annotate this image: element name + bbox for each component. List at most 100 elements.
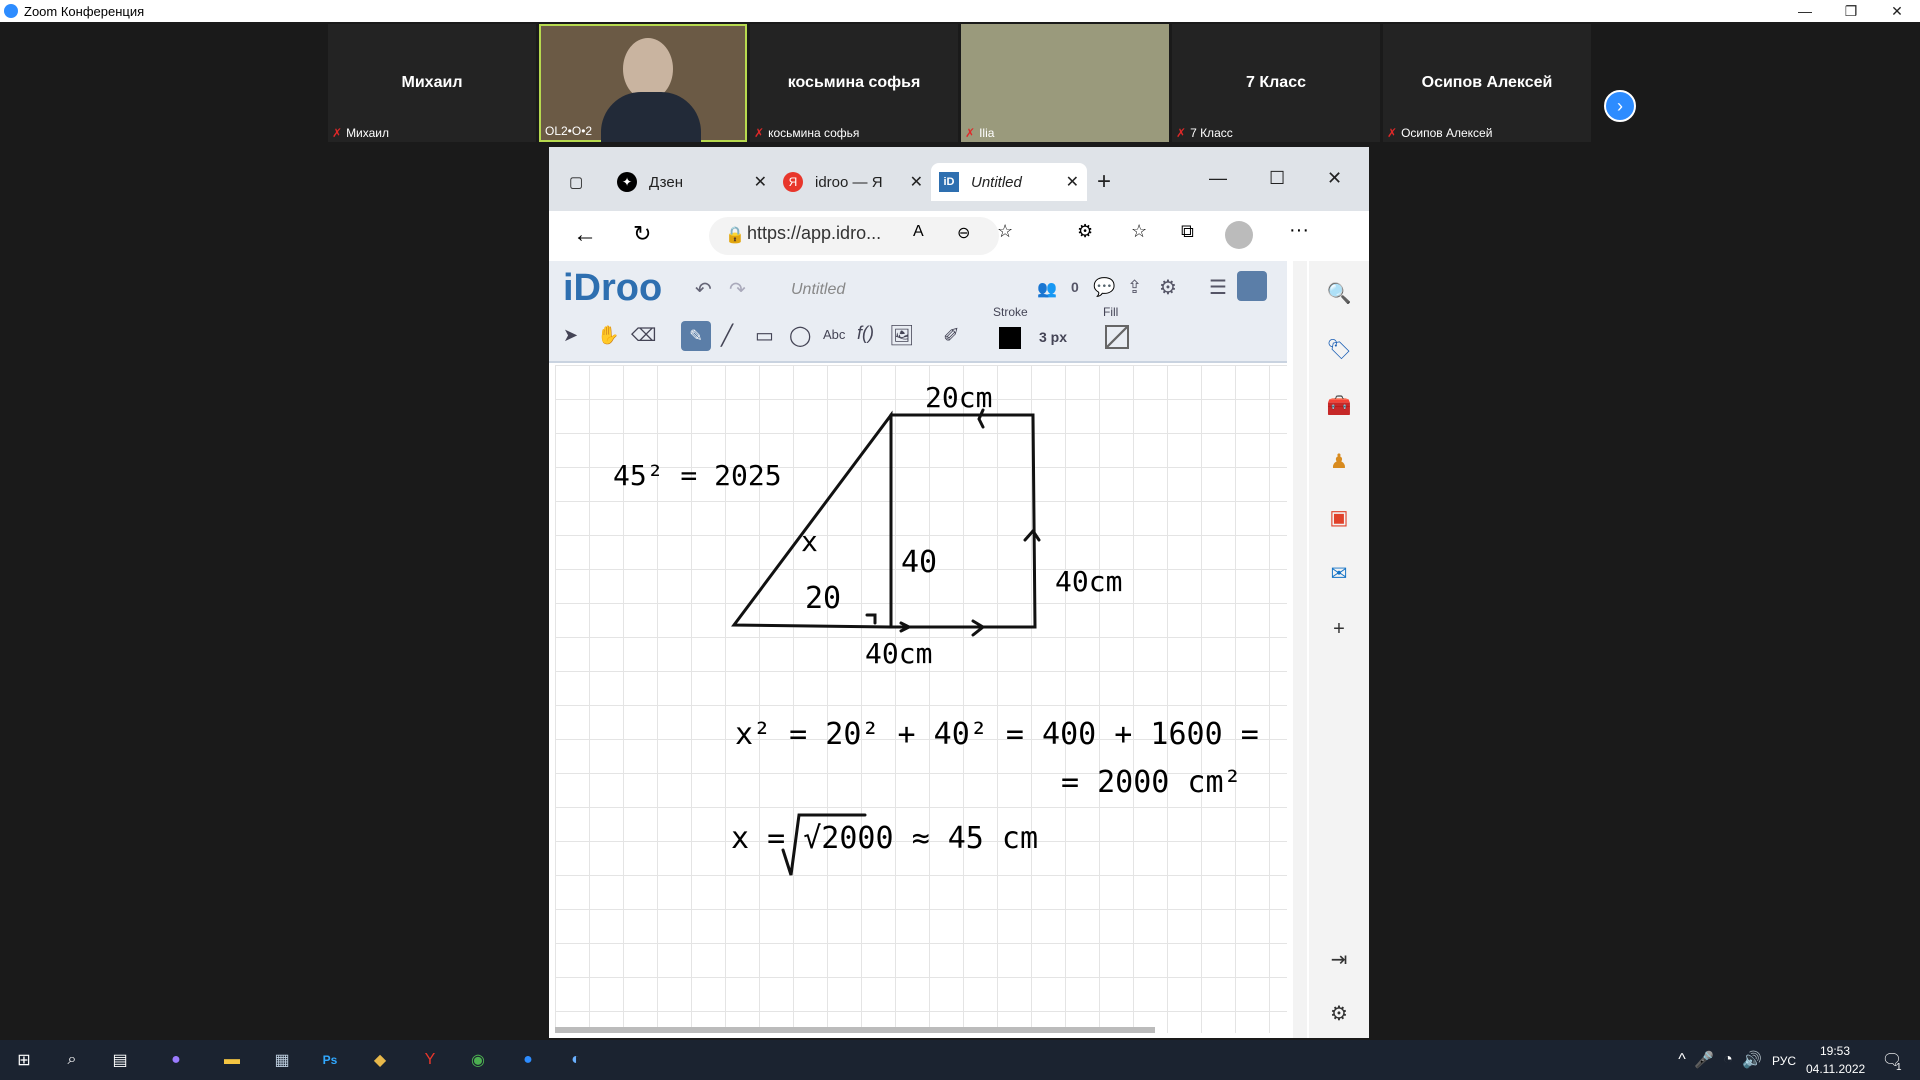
outlook-icon[interactable]: ✉ [1327,561,1351,585]
tab-actions-icon[interactable]: ▢ [569,163,593,201]
height-label: 40 [901,545,938,580]
office-icon[interactable]: ▣ [1327,505,1351,529]
clock-date[interactable]: 04.11.2022 [1806,1062,1865,1076]
mic-icon[interactable]: 🎤 [1692,1048,1716,1072]
new-tab-icon[interactable]: + [1097,163,1111,201]
start-icon[interactable]: ⊞ [12,1048,36,1072]
tab-idroo-yandex[interactable]: Я idroo — Я ✕ [777,163,929,201]
zoom-out-icon[interactable]: ⊖ [957,223,970,243]
pen-tool-icon[interactable]: ✎ [681,321,711,351]
file-explorer-icon[interactable]: ▬ [220,1048,244,1072]
hand-tool-icon[interactable]: ✋ [597,325,619,346]
yandex-browser-icon[interactable]: Y [418,1048,442,1072]
text-tool-icon[interactable]: Abc [823,327,845,342]
back-icon[interactable]: ← [573,221,597,249]
wifi-icon[interactable]: ◔ [1716,1048,1740,1072]
favorite-add-icon[interactable]: ☆ [997,221,1013,242]
redo-icon[interactable]: ↷ [729,277,746,302]
vertical-scrollbar[interactable] [1293,261,1307,1038]
search-icon[interactable]: ⌕ [60,1048,84,1072]
participant-tile[interactable]: Михаил ✗ Михаил [328,24,536,142]
participant-tile[interactable]: Осипов Алексей ✗ Осипов Алексей [1383,24,1591,142]
stroke-color-swatch[interactable] [999,327,1021,349]
participant-tile[interactable]: косьмина софья ✗ косьмина софья [750,24,958,142]
eraser-tool-icon[interactable]: ⌫ [631,325,656,346]
rectangle-shape [889,413,1037,629]
clock-time[interactable]: 19:53 [1820,1044,1850,1058]
settings-icon[interactable]: ⚙ [1159,275,1177,300]
account-icon[interactable] [1237,271,1267,301]
video-face [623,38,673,100]
browser-maximize-icon[interactable]: ☐ [1269,159,1285,197]
alice-icon[interactable]: ● [164,1048,188,1072]
tag-icon[interactable]: 🏷 [1326,337,1351,361]
toolbox-icon[interactable]: 🧰 [1327,393,1352,417]
zoom-icon[interactable]: ● [516,1048,540,1072]
users-icon[interactable]: 👥 [1037,279,1057,299]
collections-icon[interactable]: ⧉ [1181,221,1194,242]
app-icon[interactable]: ◆ [368,1048,392,1072]
equation-45-squared: 45² = 2025 [613,459,782,492]
edge-icon[interactable]: ◐ [564,1048,588,1072]
search-icon[interactable]: 🔍 [1327,281,1352,305]
line-tool-icon[interactable]: ╱ [721,323,733,348]
fill-none-swatch[interactable] [1105,325,1129,349]
close-tab-icon[interactable]: ✕ [910,172,923,192]
task-view-icon[interactable]: ▤ [108,1048,132,1072]
participant-label: OL2•O•2 [545,124,593,138]
chat-icon[interactable]: 💬 [1093,277,1115,298]
games-icon[interactable]: ♟ [1327,449,1351,473]
image-tool-icon[interactable]: 🖼 [889,323,914,348]
idroo-tab-icon: iD [939,172,959,192]
tab-untitled[interactable]: iD Untitled ✕ [931,163,1087,201]
sidebar-settings-icon[interactable]: ⚙ [1327,1001,1351,1025]
next-page-button[interactable]: › [1604,90,1636,122]
hide-sidebar-icon[interactable]: ⇥ [1327,947,1351,971]
participant-tile[interactable]: 7 Класс ✗ 7 Класс [1172,24,1380,142]
calculator-icon[interactable]: ▦ [270,1048,294,1072]
notification-count: 1 [1896,1062,1902,1073]
restore-button[interactable]: ❐ [1828,0,1874,22]
horizontal-scrollbar[interactable] [555,1027,1155,1033]
add-icon[interactable]: + [1327,617,1351,641]
menu-icon[interactable]: ☰ [1209,275,1227,300]
chrome-icon[interactable]: ◉ [466,1048,490,1072]
doc-title[interactable]: Untitled [791,281,845,299]
undo-icon[interactable]: ↶ [695,277,712,302]
share-icon[interactable]: ⇪ [1127,277,1142,298]
photoshop-icon[interactable]: Ps [318,1048,342,1072]
eyedropper-icon[interactable]: ✐ [943,323,960,348]
lock-icon: 🔒 [725,227,745,244]
ellipse-tool-icon[interactable]: ◯ [789,323,811,348]
favorites-icon[interactable]: ☆ [1131,221,1147,242]
volume-icon[interactable]: 🔊 [1740,1048,1764,1072]
browser-close-icon[interactable]: ✕ [1327,159,1342,197]
stroke-width[interactable]: 3 px [1039,329,1067,345]
whiteboard-canvas[interactable]: 20cm 45² = 2025 x 40 40cm 20 40cm x² = 2… [555,365,1287,1033]
more-icon[interactable]: ··· [1289,219,1309,242]
extensions-icon[interactable]: ⚙ [1077,221,1093,242]
reload-icon[interactable]: ↻ [633,221,651,247]
close-tab-icon[interactable]: ✕ [754,172,767,192]
profile-icon[interactable] [1225,221,1253,249]
browser-minimize-icon[interactable]: — [1209,159,1227,197]
zoom-titlebar: Zoom Конференция — ❐ ✕ [0,0,1920,22]
participant-tile-video[interactable]: ✗ Ilia [961,24,1169,142]
minimize-button[interactable]: — [1782,0,1828,22]
select-tool-icon[interactable]: ➤ [563,325,578,346]
participant-tile-video[interactable]: OL2•O•2 [539,24,747,142]
participant-label: косьмина софья [768,126,860,140]
read-aloud-icon[interactable]: A [913,223,924,241]
close-button[interactable]: ✕ [1874,0,1920,22]
language-indicator[interactable]: РУС [1772,1054,1796,1068]
formula-tool-icon[interactable]: f() [857,323,874,344]
url-text: https://app.idro... [747,223,882,243]
participant-name: косьмина софья [787,74,921,91]
rectangle-tool-icon[interactable]: ▭ [755,323,774,348]
top-length-label: 20cm [925,381,993,414]
tray-chevron-icon[interactable]: ^ [1670,1048,1694,1072]
close-tab-icon[interactable]: ✕ [1066,172,1079,192]
right-length-label: 40cm [1055,565,1123,598]
tab-dzen[interactable]: ✦ Дзен ✕ [611,163,773,201]
hypotenuse-label: x [801,525,818,558]
